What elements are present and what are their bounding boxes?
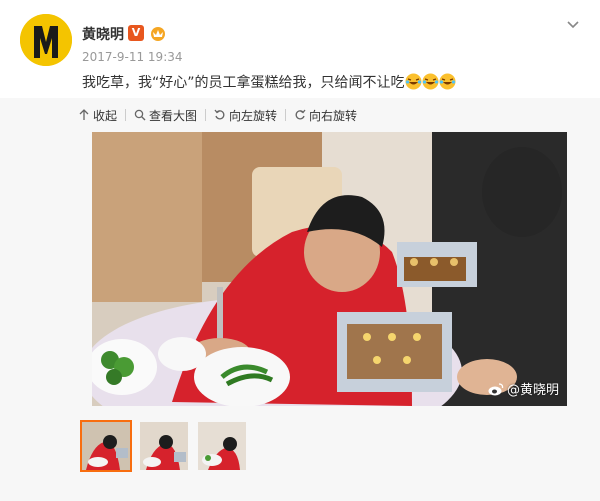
divider [285,109,287,121]
thumbnail-image [198,422,246,470]
divider [125,109,127,121]
thumbnail-image [82,422,130,470]
verified-badge-icon: V [128,25,144,41]
thumbnail-image [140,422,188,470]
view-large-button[interactable]: 查看大图 [134,107,197,124]
weibo-logo-icon [488,382,504,395]
thumbnail-2[interactable] [138,420,190,472]
rotate-right-label: 向右旋转 [309,108,358,123]
laugh-cry-emoji-icon [439,73,456,90]
thumbnail-strip [80,420,248,472]
rotate-right-icon [295,109,306,120]
post-text: 我吃草，我“好心”的员工拿蛋糕给我，只给闻不让吃 [82,72,456,92]
username[interactable]: 黄晓明 [82,24,124,44]
photo-watermark: @黄晓明 [488,379,559,398]
media-toolbar: 收起 查看大图 向左旋转 向右旋转 [78,106,357,124]
post-timestamp[interactable]: 2017-9-11 19:34 [82,50,183,64]
rotate-right-button[interactable]: 向右旋转 [294,107,357,124]
rotate-left-icon [214,109,225,120]
thumbnail-3[interactable] [196,420,248,472]
view-large-label: 查看大图 [149,108,198,123]
post-text-body: 我吃草，我“好心”的员工拿蛋糕给我，只给闻不让吃 [82,75,405,91]
weibo-post-card: 黄晓明 V 2017-9-11 19:34 我吃草，我“好心”的员工拿蛋糕给我，… [0,0,600,501]
laugh-cry-emoji-icon [405,73,422,90]
watermark-text: @黄晓明 [506,383,559,398]
rotate-left-button[interactable]: 向左旋转 [214,107,277,124]
avatar-logo [20,14,72,66]
thumbnail-1[interactable] [80,420,132,472]
post-header: 黄晓明 V 2017-9-11 19:34 我吃草，我“好心”的员工拿蛋糕给我，… [0,0,600,98]
arrow-up-icon [79,109,89,120]
rotate-left-label: 向左旋转 [229,108,278,123]
collapse-button[interactable]: 收起 [78,107,117,124]
divider [205,109,207,121]
photo-scene [92,132,567,406]
avatar[interactable] [20,14,72,66]
main-photo[interactable]: @黄晓明 [92,132,567,406]
search-icon [134,109,146,121]
chevron-down-icon[interactable] [566,18,580,32]
laugh-cry-emoji-icon [422,73,439,90]
collapse-label: 收起 [93,108,118,123]
member-crown-icon[interactable] [149,24,167,42]
